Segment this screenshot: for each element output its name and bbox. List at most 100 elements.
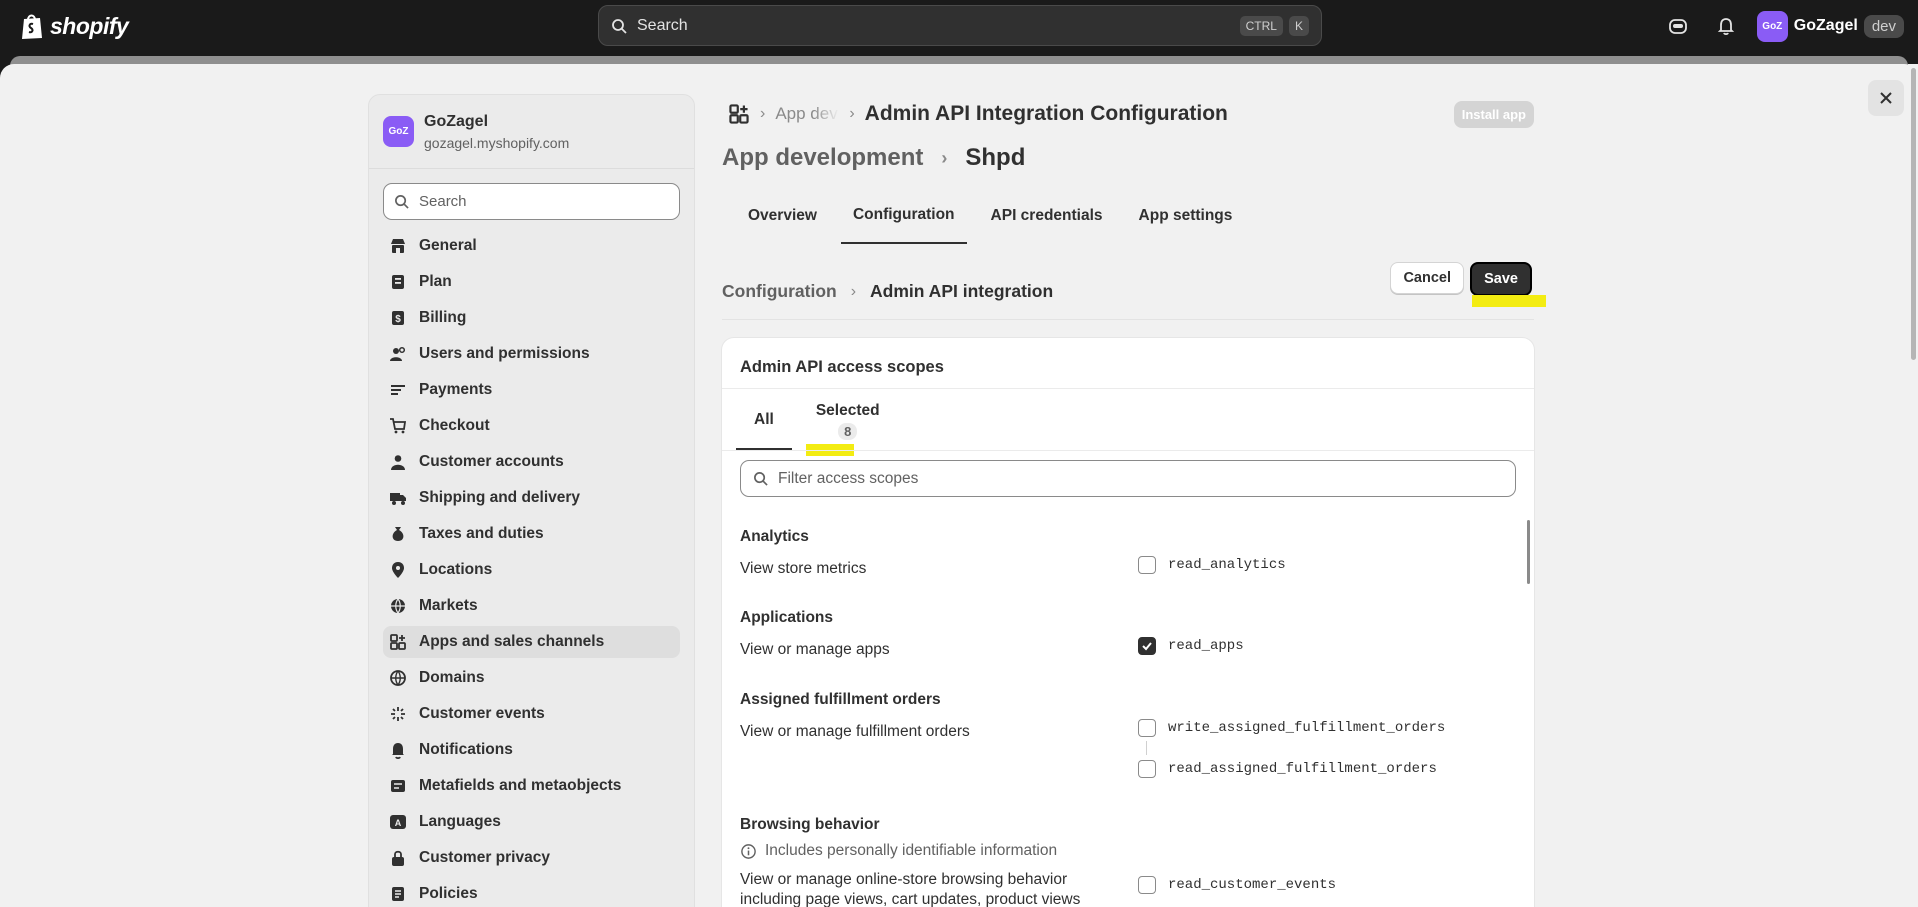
sidebar-item-taxes[interactable]: Taxes and duties [383, 518, 680, 550]
section-title: Applications [740, 609, 834, 626]
settings-modal: GoZ GoZagel gozagel.myshopify.com Search… [0, 64, 1918, 907]
checkbox[interactable] [1138, 556, 1156, 574]
sub-breadcrumb-current: Admin API integration [870, 281, 1054, 301]
scope-name: read_assigned_fulfillment_orders [1168, 761, 1437, 777]
person-icon [389, 453, 407, 471]
store-title: GoZagel [424, 112, 489, 130]
sidebar-item-label: Customer privacy [419, 849, 550, 866]
tab-api-credentials[interactable]: API credentials [979, 188, 1115, 244]
domain-icon [389, 669, 407, 687]
sidebar-item-checkout[interactable]: Checkout [383, 410, 680, 442]
tab-selected[interactable]: Selected 8 [798, 392, 898, 450]
checkbox[interactable] [1138, 876, 1156, 894]
scope-row[interactable]: read_customer_events [1138, 876, 1336, 894]
page-scrollbar[interactable] [1908, 64, 1918, 907]
sidebar-item-label: Users and permissions [419, 345, 590, 362]
lock-icon [389, 849, 407, 867]
tab-all[interactable]: All [736, 392, 792, 450]
divider [722, 450, 1534, 451]
tab-overview[interactable]: Overview [736, 188, 829, 244]
breadcrumb-app-development[interactable]: App dev [775, 104, 839, 124]
sidebar-item-policies[interactable]: Policies [383, 878, 680, 907]
scope-name: read_analytics [1168, 557, 1286, 573]
sidebar-item-metafields[interactable]: Metafields and metaobjects [383, 770, 680, 802]
sidebar-item-label: Taxes and duties [419, 525, 544, 542]
scope-row[interactable]: read_analytics [1138, 556, 1286, 574]
apps-icon [389, 633, 407, 651]
sidebar-item-locations[interactable]: Locations [383, 554, 680, 586]
sidebar-item-payments[interactable]: Payments [383, 374, 680, 406]
language-icon: A [389, 813, 407, 831]
scope-tabs: All Selected 8 [736, 392, 904, 450]
apps-grid-icon[interactable] [728, 103, 750, 125]
section-title: Browsing behavior [740, 816, 880, 833]
sub-breadcrumb-parent[interactable]: Configuration [722, 281, 837, 302]
top-right-actions: GoZ GoZagel dev [1661, 0, 1918, 52]
sidekick-button[interactable] [1661, 9, 1695, 43]
sidebar-item-general[interactable]: General [383, 230, 680, 262]
logo-text: shopify [50, 12, 129, 39]
checkbox[interactable] [1138, 760, 1156, 778]
sidebar-item-label: Checkout [419, 417, 490, 434]
card-scrollbar[interactable] [1527, 520, 1530, 584]
sidebar-item-apps[interactable]: Apps and sales channels [383, 626, 680, 658]
scope-row[interactable]: read_assigned_fulfillment_orders [1138, 760, 1437, 778]
checkbox-checked[interactable] [1138, 637, 1156, 655]
top-bar: shopify Search CTRL K GoZ GoZagel dev [0, 0, 1918, 52]
sidebar-item-plan[interactable]: Plan [383, 266, 680, 298]
tab-configuration[interactable]: Configuration [840, 188, 967, 244]
sidebar-item-shipping[interactable]: Shipping and delivery [383, 482, 680, 514]
info-icon [741, 843, 756, 859]
sidebar-item-notifications[interactable]: Notifications [383, 734, 680, 766]
store-icon [389, 237, 407, 255]
sidebar-item-languages[interactable]: A Languages [383, 806, 680, 838]
sidebar-item-label: Shipping and delivery [419, 489, 581, 506]
save-button[interactable]: Save [1470, 262, 1532, 296]
cancel-button[interactable]: Cancel [1390, 262, 1464, 294]
scope-section-assigned-fulfillment: Assigned fulfillment orders View or mana… [740, 691, 1516, 778]
search-icon [754, 472, 768, 486]
scope-section-analytics: Analytics View store metrics read_analyt… [740, 528, 1516, 578]
sidebar-item-users[interactable]: Users and permissions [383, 338, 680, 370]
sidebar-item-customer-accounts[interactable]: Customer accounts [383, 446, 680, 478]
sidebar-item-domains[interactable]: Domains [383, 662, 680, 694]
page-head-parent[interactable]: App development [722, 144, 923, 172]
settings-search-input[interactable]: Search [383, 183, 680, 220]
store-avatar: GoZ [383, 116, 414, 147]
install-app-button[interactable]: Install app [1453, 101, 1534, 128]
sidebar-item-label: Customer events [419, 705, 545, 722]
global-search-input[interactable]: Search CTRL K [598, 5, 1322, 46]
sidebar-item-customer-privacy[interactable]: Customer privacy [383, 842, 680, 874]
chevron-right-icon: › [849, 105, 855, 122]
section-desc: View or manage apps [740, 641, 890, 658]
chevron-right-icon: › [850, 282, 857, 300]
settings-sidebar: GoZ GoZagel gozagel.myshopify.com Search… [368, 94, 695, 907]
shopify-logo[interactable]: shopify [20, 12, 129, 40]
tab-app-settings[interactable]: App settings [1127, 188, 1245, 244]
sidebar-item-billing[interactable]: $ Billing [383, 302, 680, 334]
scope-row[interactable]: read_apps [1138, 637, 1244, 655]
settings-nav: General Plan $ Billing Users and permiss… [369, 230, 694, 907]
breadcrumb-title: Admin API Integration Configuration [864, 102, 1228, 125]
sidebar-item-label: Locations [419, 561, 493, 578]
scrollbar-thumb[interactable] [1911, 68, 1916, 360]
scope-row[interactable]: write_assigned_fulfillment_orders [1138, 719, 1445, 737]
search-placeholder: Search [419, 193, 467, 210]
store-switcher[interactable]: GoZ GoZagel dev [1756, 10, 1904, 42]
sidekick-icon [1668, 19, 1687, 34]
close-icon [1880, 92, 1892, 104]
pii-note-text: Includes personally identifiable informa… [765, 842, 1058, 859]
kbd-ctrl: CTRL [1239, 15, 1283, 36]
checkbox[interactable] [1138, 719, 1156, 737]
close-button[interactable] [1868, 80, 1904, 116]
filter-placeholder: Filter access scopes [778, 469, 919, 487]
notifications-button[interactable] [1709, 9, 1743, 43]
breadcrumb: › App dev › Admin API Integration Config… [722, 94, 1534, 134]
shopping-bag-icon [22, 14, 42, 39]
search-placeholder: Search [637, 16, 688, 34]
section-title: Analytics [740, 528, 809, 545]
sidebar-item-markets[interactable]: Markets [383, 590, 680, 622]
chevron-right-icon: › [760, 105, 766, 122]
filter-scopes-input[interactable]: Filter access scopes [740, 460, 1516, 497]
sidebar-item-customer-events[interactable]: Customer events [383, 698, 680, 730]
